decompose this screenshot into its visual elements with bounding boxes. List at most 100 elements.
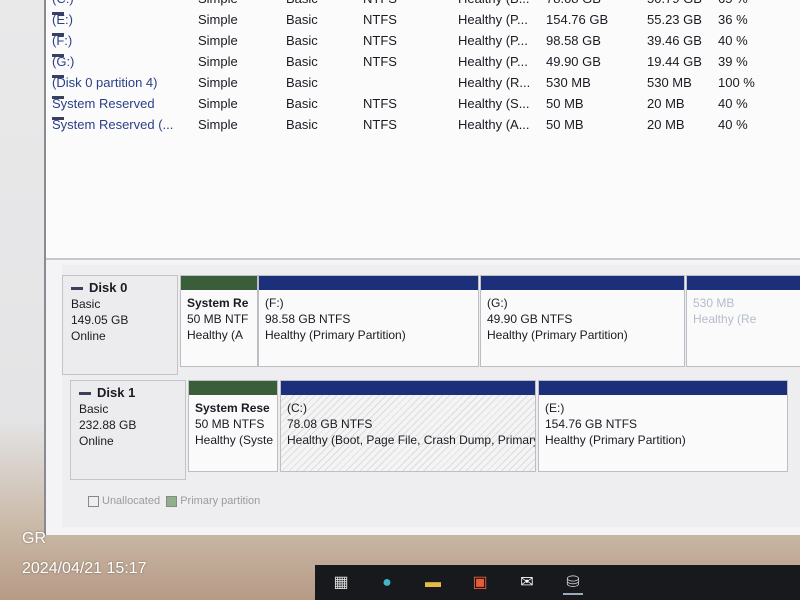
volume-name-text: (F:) [52, 33, 73, 48]
volume-pct: 36 % [718, 12, 748, 27]
volume-layout: Simple [198, 117, 238, 132]
partition-name: System Rese [195, 401, 270, 415]
partition-bar [189, 381, 277, 395]
volume-capacity: 154.76 GB [546, 12, 609, 27]
volume-name-text: System Reserved [52, 96, 155, 111]
primary-swatch [166, 495, 178, 507]
volume-status: Healthy (R... [458, 75, 531, 90]
volume-status: Healthy (B... [458, 0, 530, 6]
volume-layout: Simple [198, 96, 238, 111]
volume-name-text: (E:) [52, 12, 73, 27]
volume-type: Basic [286, 33, 318, 48]
volume-free: 39.46 GB [647, 33, 702, 48]
partition-status: Healthy (Primary Partition) [265, 328, 406, 342]
partition-bar [281, 381, 535, 395]
volume-free: 20 MB [647, 96, 685, 111]
taskbar: ▦ ● ▬ ▣ ✉ ⛁ [315, 565, 800, 600]
volume-status: Healthy (P... [458, 12, 528, 27]
volume-pct: 100 % [718, 75, 755, 90]
partition-status: Healthy (Boot, Page File, Crash Dump, Pr… [287, 433, 536, 447]
disk-name: Disk 1 [97, 385, 136, 400]
volume-type: Basic [286, 12, 318, 27]
partition--c-[interactable]: (C:) 78.08 GB NTFS Healthy (Boot, Page Fil… [280, 380, 536, 472]
disk-management-window: (C:) Simple Basic NTFS Healthy (B... 78.08 GB… [44, 0, 800, 535]
photo-stamp-datetime: 2024/04/21 15:17 [22, 560, 147, 577]
partition-system-re[interactable]: System Re 50 MB NTF Healthy (A [180, 275, 258, 367]
file-explorer-icon[interactable]: ▬ [423, 573, 443, 593]
volume-layout: Simple [198, 0, 238, 6]
photo-stamp-label: GR [22, 530, 46, 547]
disk-graph-pane: Disk 0 Basic 149.05 GB Online System Re 5… [62, 265, 800, 527]
volume-type: Basic [286, 117, 318, 132]
legend: Unallocated Primary partition [88, 495, 260, 507]
partition-system-rese[interactable]: System Rese 50 MB NTFS Healthy (Syste [188, 380, 278, 472]
volume-layout: Simple [198, 33, 238, 48]
partition-bar [181, 276, 257, 290]
mail-icon[interactable]: ✉ [517, 573, 537, 593]
disk-size: 232.88 GB [79, 418, 137, 432]
disk-1-label[interactable]: Disk 1 Basic 232.88 GB Online [70, 380, 186, 480]
partition-name: (F:) [265, 296, 284, 310]
volume-capacity: 78.08 GB [546, 0, 601, 6]
volume-name-text: System Reserved (... [52, 117, 174, 132]
unallocated-swatch [88, 495, 99, 507]
volume-type: Basic [286, 96, 318, 111]
partition-name: System Re [187, 296, 249, 310]
volume-list: (C:) Simple Basic NTFS Healthy (B... 78.08 GB… [46, 0, 800, 260]
partition-bar [259, 276, 478, 290]
edge-icon[interactable]: ● [377, 573, 397, 593]
volume-free: 50.79 GB [647, 0, 702, 6]
disk-type: Basic [79, 402, 109, 416]
disk-state: Online [79, 434, 114, 448]
volume-fs: NTFS [363, 0, 397, 6]
volume-pct: 40 % [718, 96, 748, 111]
partition--g-[interactable]: (G:) 49.90 GB NTFS Healthy (Primary Partit… [480, 275, 685, 367]
volume-type: Basic [286, 0, 318, 6]
volume-fs: NTFS [363, 12, 397, 27]
partition-size: 50 MB NTFS [195, 417, 265, 431]
partition-name: (C:) [287, 401, 307, 415]
volume-status: Healthy (P... [458, 54, 528, 69]
partition-size: 154.76 GB NTFS [545, 417, 638, 431]
disk-name: Disk 0 [89, 280, 128, 295]
partition-name: (G:) [487, 296, 508, 310]
volume-fs: NTFS [363, 54, 397, 69]
volume-layout: Simple [198, 75, 238, 90]
partition-recovery[interactable]: 530 MB Healthy (Re [686, 275, 800, 367]
volume-capacity: 98.58 GB [546, 33, 601, 48]
volume-free: 530 MB [647, 75, 692, 90]
legend-unallocated: Unallocated [102, 495, 161, 507]
volume-pct: 40 % [718, 117, 748, 132]
partition-size: 78.08 GB NTFS [287, 417, 373, 431]
volume-status: Healthy (A... [458, 117, 530, 132]
partition-size: 530 MB [693, 296, 735, 310]
partition--f-[interactable]: (F:) 98.58 GB NTFS Healthy (Primary Partit… [258, 275, 479, 367]
volume-type: Basic [286, 75, 318, 90]
disk-0-row: Disk 0 Basic 149.05 GB Online System Re 5… [62, 275, 800, 375]
partition-size: 98.58 GB NTFS [265, 312, 351, 326]
disk-state: Online [71, 329, 106, 343]
volume-name-text: (C:) [52, 0, 74, 6]
disk-management-icon[interactable]: ⛁ [563, 573, 583, 595]
partition-size: 50 MB NTF [187, 312, 249, 326]
volume-fs: NTFS [363, 117, 397, 132]
volume-fs: NTFS [363, 96, 397, 111]
volume-status: Healthy (P... [458, 33, 528, 48]
partition-bar [687, 276, 800, 290]
volume-capacity: 49.90 GB [546, 54, 601, 69]
volume-capacity: 50 MB [546, 117, 584, 132]
volume-name-text: (Disk 0 partition 4) [52, 75, 158, 90]
partition-status: Healthy (Primary Partition) [487, 328, 628, 342]
volume-pct: 39 % [718, 54, 748, 69]
volume-name-text: (G:) [52, 54, 75, 69]
task-view-icon[interactable]: ▦ [331, 573, 351, 593]
store-icon[interactable]: ▣ [470, 573, 490, 593]
volume-capacity: 50 MB [546, 96, 584, 111]
disk-0-label[interactable]: Disk 0 Basic 149.05 GB Online [62, 275, 178, 375]
partition-status: Healthy (Primary Partition) [545, 433, 686, 447]
volume-layout: Simple [198, 54, 238, 69]
disk-1-row: Disk 1 Basic 232.88 GB Online System Res… [62, 380, 800, 480]
volume-free: 55.23 GB [647, 12, 702, 27]
legend-primary: Primary partition [180, 495, 261, 507]
partition--e-[interactable]: (E:) 154.76 GB NTFS Healthy (Primary Parti… [538, 380, 788, 472]
